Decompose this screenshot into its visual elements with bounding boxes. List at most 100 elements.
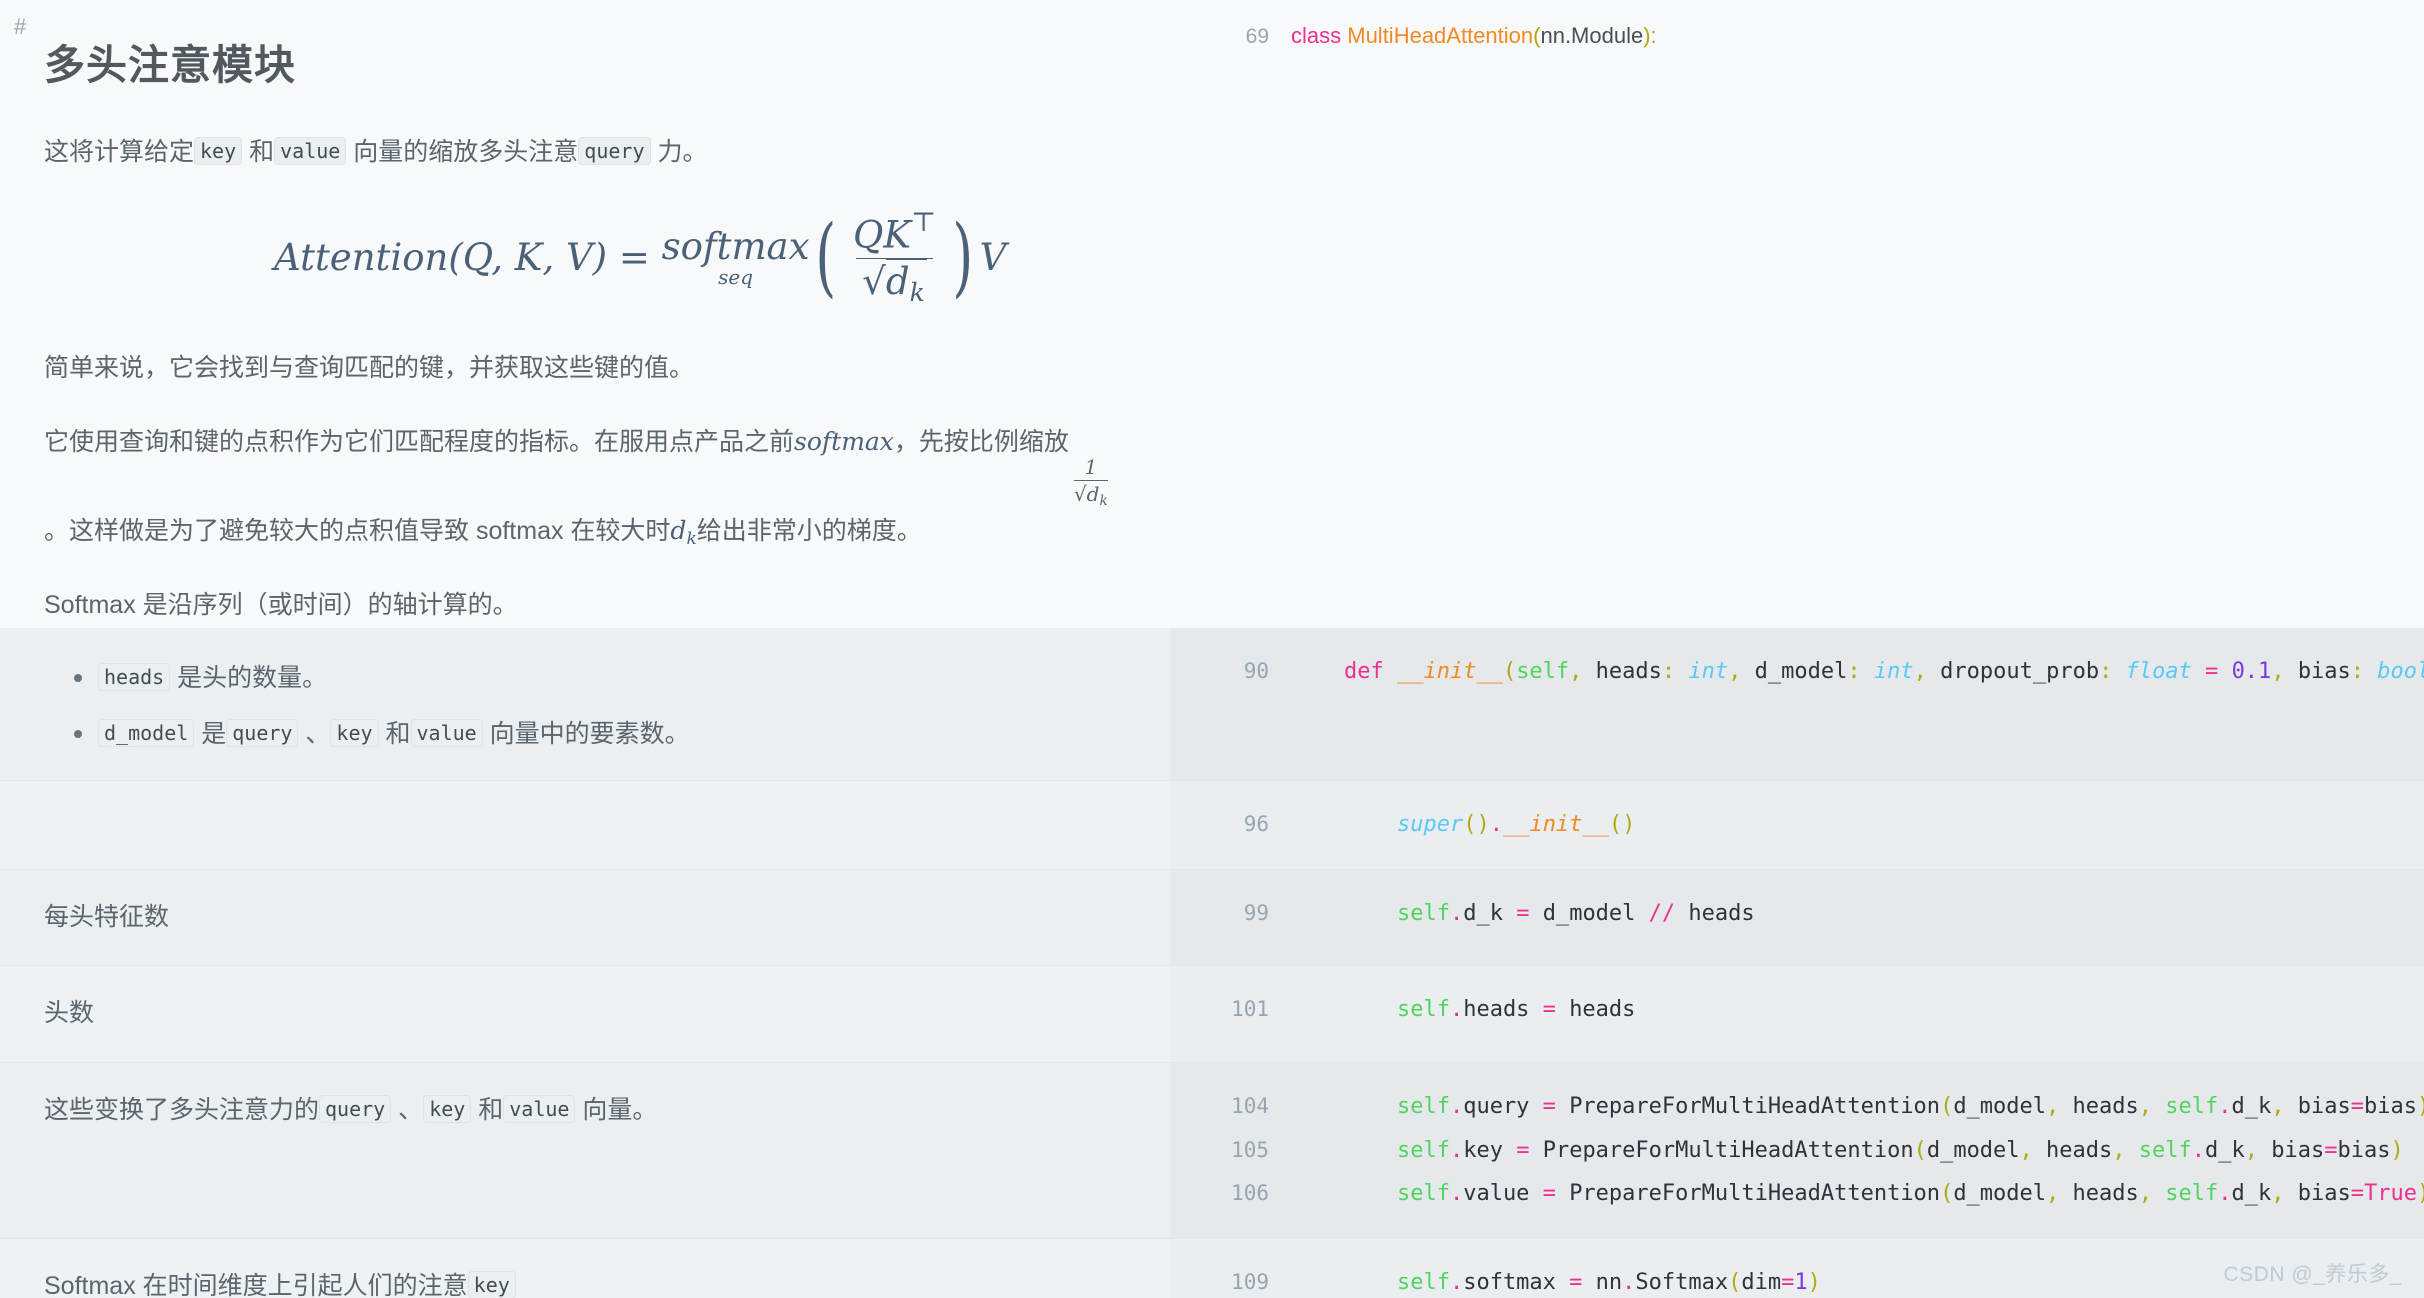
code-token: d_model [1542, 900, 1649, 926]
code-token: . [1449, 997, 1464, 1023]
bullet-text: 、 [298, 720, 331, 749]
formula-numerator: QK⊤ [847, 207, 942, 258]
code-token: , [2112, 1137, 2139, 1163]
code-token: = [1781, 1269, 1795, 1295]
list-item: d_model 是 query 、 key 和 value 向量中的要素数。 [74, 714, 1115, 754]
p3-inline-fraction: 1 √dk [1073, 455, 1108, 509]
annotated-row: 96 super().__init__() [0, 780, 2424, 869]
code-token: heads [2072, 1181, 2139, 1207]
annotation-text: 头数 [44, 999, 95, 1028]
code-token: nn.Module [1540, 23, 1644, 48]
code-token: . [1449, 900, 1464, 926]
code-token: // [1648, 900, 1689, 926]
code-token: bias [2363, 1094, 2417, 1120]
code-line-number: 90 [1243, 659, 1269, 684]
annotation-text: Softmax 在时间维度上引起人们的注意 [44, 1271, 468, 1298]
code-token: , [2138, 1181, 2166, 1207]
formula-dk-sub: k [909, 278, 925, 308]
code-token: key [1463, 1137, 1503, 1163]
row-annotation-cell: 这些变换了多头注意力的 query 、 key 和 value 向量。 [0, 1062, 1171, 1238]
code-token: = [2350, 1181, 2364, 1207]
code-token: ) [2417, 1094, 2424, 1119]
p3-text-a: 它使用查询和键的点积作为它们匹配程度的指标。在服用点产品之前 [44, 428, 795, 457]
code-token: query [1463, 1094, 1530, 1120]
p3-frac-numerator: 1 [1084, 455, 1098, 480]
heading-anchor-hash[interactable]: # [14, 16, 1171, 38]
code-line-number: 99 [1243, 900, 1269, 925]
bullet-text: 向量中的要素数。 [482, 720, 690, 749]
code-token: , [2244, 1137, 2272, 1163]
p3-text-c: 。这样做是为了避免较大的点积值导致 softmax 在较大时 [44, 516, 671, 545]
inline-code-value: value [274, 137, 347, 166]
row-annotation-cell: 每头特征数 [0, 868, 1171, 966]
code-token: , [1569, 659, 1596, 685]
code-token: = [1529, 1181, 1570, 1207]
header-code-column: 69 class MultiHeadAttention(nn.Module): [1171, 0, 2424, 628]
formula-transpose-sup: ⊤ [911, 207, 937, 238]
code-token: self [2165, 1181, 2219, 1207]
intro-paragraph: 这将计算给定 key 和 value 向量的缩放多头注意 query 力。 [44, 131, 1134, 175]
bullet-text: 是头的数量。 [170, 664, 328, 693]
radical-icon: √ [862, 260, 886, 304]
formula-numerator-base: QK [853, 213, 912, 257]
code-line-tokens: def __init__(self, heads: int, d_model: … [1291, 650, 2424, 694]
bullet-text: 是 [194, 720, 227, 749]
p3-text-b: ，先按比例缩放 [893, 428, 1069, 457]
code-token: = [1555, 1269, 1596, 1295]
annotation-bullet-list: heads 是头的数量。 d_model 是 query 、 key 和 value 向… [44, 658, 1115, 754]
code-line-number: 105 [1231, 1137, 1269, 1162]
body-paragraph-2: 简单来说，它会找到与查询匹配的键，并获取这些键的值。 [44, 353, 695, 382]
code-token: . [1489, 812, 1503, 838]
formula-softmax-op: softmax seq [662, 228, 810, 287]
inline-code-token: key [330, 719, 379, 748]
annotation-text: 这些变换了多头注意力的 [44, 1096, 320, 1125]
code-token: . [2191, 1137, 2206, 1163]
formula-softmax-subscript: seq [718, 265, 754, 290]
code-token: bias [2297, 1094, 2351, 1120]
code-line-number: 104 [1231, 1094, 1269, 1119]
code-token: () [1463, 812, 1490, 838]
inline-code-token: query [226, 719, 299, 748]
formula-tail-v: V [979, 236, 1007, 280]
page-title: 多头注意模块 [44, 42, 296, 88]
code-line-tokens: class MultiHeadAttention(nn.Module): [1291, 14, 2424, 58]
intro-text-b: 和 [249, 138, 275, 167]
code-line: 99 self.d_k = d_model // heads [1171, 892, 2424, 936]
code-token: . [1449, 1137, 1464, 1163]
code-token: ) [1807, 1269, 1821, 1295]
code-token: . [1449, 1269, 1464, 1295]
code-line: 104 self.query = PrepareForMultiHeadAtte… [1171, 1085, 2424, 1129]
code-line: 105 self.key = PrepareForMultiHeadAttent… [1171, 1129, 2424, 1173]
code-line-number: 69 [1245, 25, 1269, 48]
formula-right-paren: ) [952, 207, 974, 308]
code-line-number: 101 [1231, 997, 1269, 1022]
code-token: = [2324, 1137, 2338, 1163]
code-token: self [1396, 900, 1450, 926]
code-token: heads [1463, 997, 1530, 1023]
code-token: softmax [1463, 1269, 1556, 1295]
code-token: heads [2072, 1094, 2139, 1120]
code-token: value [1463, 1181, 1530, 1207]
code-token: ) [2390, 1137, 2404, 1163]
code-token: . [1449, 1094, 1464, 1120]
code-token: ( [1728, 1269, 1742, 1295]
code-token: bias [2271, 1137, 2325, 1163]
code-token: self [1396, 997, 1450, 1023]
formula-fraction: QK⊤ √dk [847, 207, 942, 308]
annotation-text: 向量。 [575, 1096, 658, 1125]
code-token: dim [1741, 1269, 1782, 1295]
page-root: # 多头注意模块 这将计算给定 key 和 value 向量的缩放多头注意 query… [0, 0, 2424, 1298]
inline-code-query: query [319, 1095, 392, 1124]
body-paragraph-4: Softmax 是沿序列（或时间）的轴计算的。 [44, 591, 518, 620]
inline-code-key: key [467, 1270, 516, 1298]
code-token: self [1396, 1181, 1450, 1207]
intro-text-a: 这将计算给定 [44, 138, 195, 167]
attention-formula: Attention(Q, K, V) = softmax seq ( QK⊤ √… [44, 207, 1171, 308]
inline-code-value: value [503, 1095, 576, 1124]
code-token: , [2019, 1137, 2047, 1163]
code-line-number: 109 [1231, 1269, 1269, 1294]
code-token: MultiHeadAttention [1347, 23, 1534, 48]
